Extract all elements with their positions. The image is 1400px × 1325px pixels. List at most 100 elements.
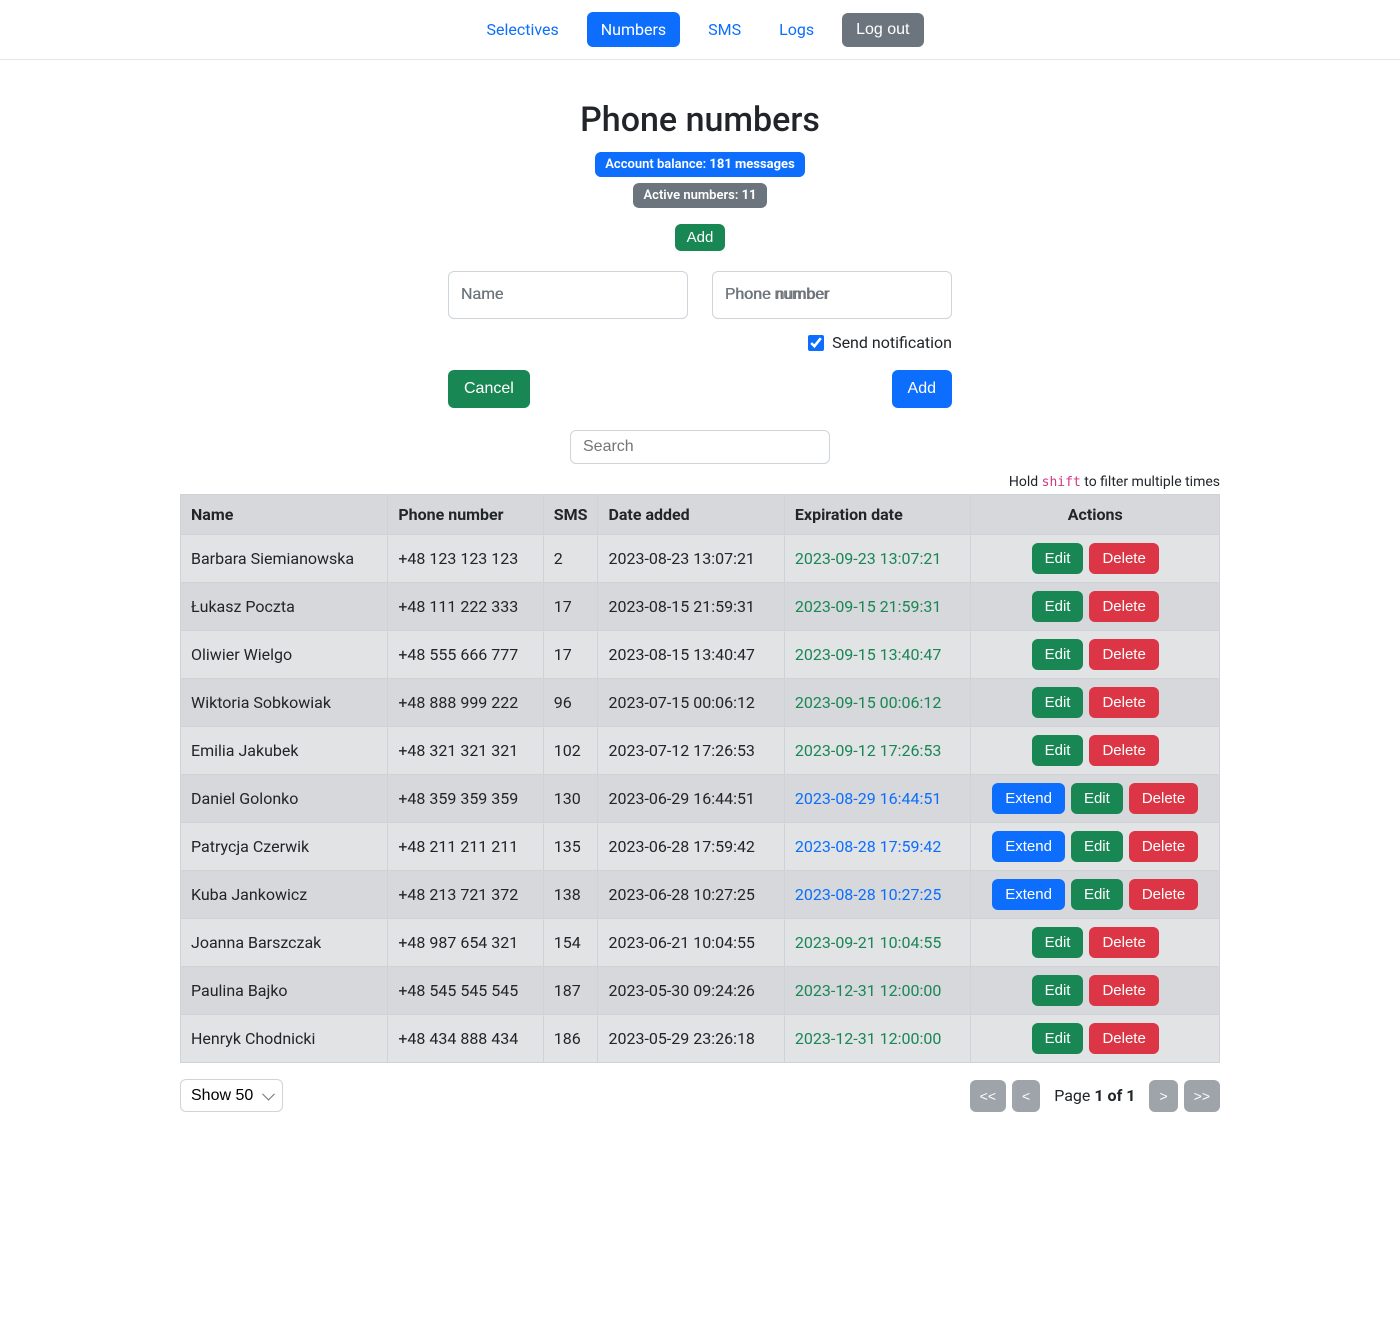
cell-expiration: 2023-09-15 21:59:31 xyxy=(784,583,971,631)
delete-button[interactable]: Delete xyxy=(1089,639,1158,670)
cell-sms: 102 xyxy=(543,727,598,775)
cell-actions: EditDelete xyxy=(971,727,1220,775)
delete-button[interactable]: Delete xyxy=(1089,687,1158,718)
edit-button[interactable]: Edit xyxy=(1032,735,1084,766)
delete-button[interactable]: Delete xyxy=(1089,975,1158,1006)
table-row: Patrycja Czerwik+48 211 211 2111352023-0… xyxy=(181,823,1220,871)
delete-button[interactable]: Delete xyxy=(1089,591,1158,622)
extend-button[interactable]: Extend xyxy=(992,831,1065,862)
search-input[interactable] xyxy=(570,430,830,464)
pager-text: Page 1 of 1 xyxy=(1054,1086,1135,1105)
add-button[interactable]: Add xyxy=(892,370,952,408)
main-content: Phone numbers Account balance: 181 messa… xyxy=(160,60,1240,1142)
send-notification-checkbox[interactable] xyxy=(808,335,824,351)
form-actions: Cancel Add xyxy=(448,370,952,408)
badges: Account balance: 181 messages Active num… xyxy=(180,152,1220,208)
col-expiration[interactable]: Expiration date xyxy=(784,495,971,535)
edit-button[interactable]: Edit xyxy=(1071,879,1123,910)
cell-sms: 186 xyxy=(543,1015,598,1063)
edit-button[interactable]: Edit xyxy=(1032,927,1084,958)
cell-expiration: 2023-09-15 13:40:47 xyxy=(784,631,971,679)
cell-date-added: 2023-08-23 13:07:21 xyxy=(598,535,784,583)
edit-button[interactable]: Edit xyxy=(1032,975,1084,1006)
edit-button[interactable]: Edit xyxy=(1032,639,1084,670)
edit-button[interactable]: Edit xyxy=(1032,1023,1084,1054)
nav-logs[interactable]: Logs xyxy=(769,12,824,47)
cell-sms: 17 xyxy=(543,631,598,679)
active-badge: Active numbers: 11 xyxy=(633,183,766,208)
phone-input[interactable] xyxy=(712,271,952,319)
numbers-table: Name Phone number SMS Date added Expirat… xyxy=(180,494,1220,1063)
cell-sms: 2 xyxy=(543,535,598,583)
cell-date-added: 2023-05-29 23:26:18 xyxy=(598,1015,784,1063)
logout-button[interactable]: Log out xyxy=(842,13,923,47)
cell-expiration: 2023-09-21 10:04:55 xyxy=(784,919,971,967)
table-row: Joanna Barszczak+48 987 654 3211542023-0… xyxy=(181,919,1220,967)
cell-actions: ExtendEditDelete xyxy=(971,871,1220,919)
delete-button[interactable]: Delete xyxy=(1129,879,1198,910)
cell-expiration: 2023-09-23 13:07:21 xyxy=(784,535,971,583)
table-row: Henryk Chodnicki+48 434 888 4341862023-0… xyxy=(181,1015,1220,1063)
table-row: Emilia Jakubek+48 321 321 3211022023-07-… xyxy=(181,727,1220,775)
hint-code: shift xyxy=(1042,475,1081,490)
nav-selectives[interactable]: Selectives xyxy=(476,12,568,47)
edit-button[interactable]: Edit xyxy=(1032,543,1084,574)
cell-sms: 17 xyxy=(543,583,598,631)
cell-actions: ExtendEditDelete xyxy=(971,823,1220,871)
pager-prev[interactable]: < xyxy=(1012,1080,1040,1112)
cell-expiration: 2023-08-28 10:27:25 xyxy=(784,871,971,919)
cell-date-added: 2023-08-15 13:40:47 xyxy=(598,631,784,679)
balance-label: Account balance: xyxy=(605,157,709,172)
col-phone[interactable]: Phone number xyxy=(388,495,543,535)
checkbox-row: Send notification xyxy=(448,333,952,352)
edit-button[interactable]: Edit xyxy=(1032,591,1084,622)
cell-name: Barbara Siemianowska xyxy=(181,535,388,583)
col-sms[interactable]: SMS xyxy=(543,495,598,535)
cell-name: Oliwier Wielgo xyxy=(181,631,388,679)
cell-name: Kuba Jankowicz xyxy=(181,871,388,919)
pager-last[interactable]: >> xyxy=(1184,1080,1220,1112)
phone-field-wrap: Phone number xyxy=(712,271,952,319)
extend-button[interactable]: Extend xyxy=(992,783,1065,814)
cancel-button[interactable]: Cancel xyxy=(448,370,530,408)
delete-button[interactable]: Delete xyxy=(1089,543,1158,574)
delete-button[interactable]: Delete xyxy=(1089,1023,1158,1054)
cell-date-added: 2023-05-30 09:24:26 xyxy=(598,967,784,1015)
delete-button[interactable]: Delete xyxy=(1129,831,1198,862)
col-actions: Actions xyxy=(971,495,1220,535)
table-body: Barbara Siemianowska+48 123 123 12322023… xyxy=(181,535,1220,1063)
edit-button[interactable]: Edit xyxy=(1071,783,1123,814)
add-toggle-button[interactable]: Add xyxy=(675,224,726,251)
cell-date-added: 2023-06-21 10:04:55 xyxy=(598,919,784,967)
edit-button[interactable]: Edit xyxy=(1071,831,1123,862)
extend-button[interactable]: Extend xyxy=(992,879,1065,910)
delete-button[interactable]: Delete xyxy=(1089,735,1158,766)
delete-button[interactable]: Delete xyxy=(1129,783,1198,814)
search-row xyxy=(180,430,1220,464)
cell-expiration: 2023-09-15 00:06:12 xyxy=(784,679,971,727)
delete-button[interactable]: Delete xyxy=(1089,927,1158,958)
edit-button[interactable]: Edit xyxy=(1032,687,1084,718)
cell-phone: +48 111 222 333 xyxy=(388,583,543,631)
table-row: Kuba Jankowicz+48 213 721 3721382023-06-… xyxy=(181,871,1220,919)
cell-expiration: 2023-08-29 16:44:51 xyxy=(784,775,971,823)
cell-sms: 187 xyxy=(543,967,598,1015)
cell-phone: +48 359 359 359 xyxy=(388,775,543,823)
col-name[interactable]: Name xyxy=(181,495,388,535)
filter-hint: Hold shift to filter multiple times xyxy=(180,474,1220,490)
show-select[interactable]: Show 50 xyxy=(180,1079,283,1112)
name-input[interactable] xyxy=(448,271,688,319)
cell-expiration: 2023-08-28 17:59:42 xyxy=(784,823,971,871)
cell-phone: +48 888 999 222 xyxy=(388,679,543,727)
pager-first[interactable]: << xyxy=(970,1080,1006,1112)
nav-numbers[interactable]: Numbers xyxy=(587,12,680,47)
table-row: Daniel Golonko+48 359 359 3591302023-06-… xyxy=(181,775,1220,823)
cell-actions: ExtendEditDelete xyxy=(971,775,1220,823)
cell-phone: +48 555 666 777 xyxy=(388,631,543,679)
cell-actions: EditDelete xyxy=(971,535,1220,583)
balance-value: 181 messages xyxy=(709,157,794,172)
nav-sms[interactable]: SMS xyxy=(698,12,751,47)
col-date-added[interactable]: Date added xyxy=(598,495,784,535)
pager-next[interactable]: > xyxy=(1149,1080,1177,1112)
table-row: Oliwier Wielgo+48 555 666 777172023-08-1… xyxy=(181,631,1220,679)
